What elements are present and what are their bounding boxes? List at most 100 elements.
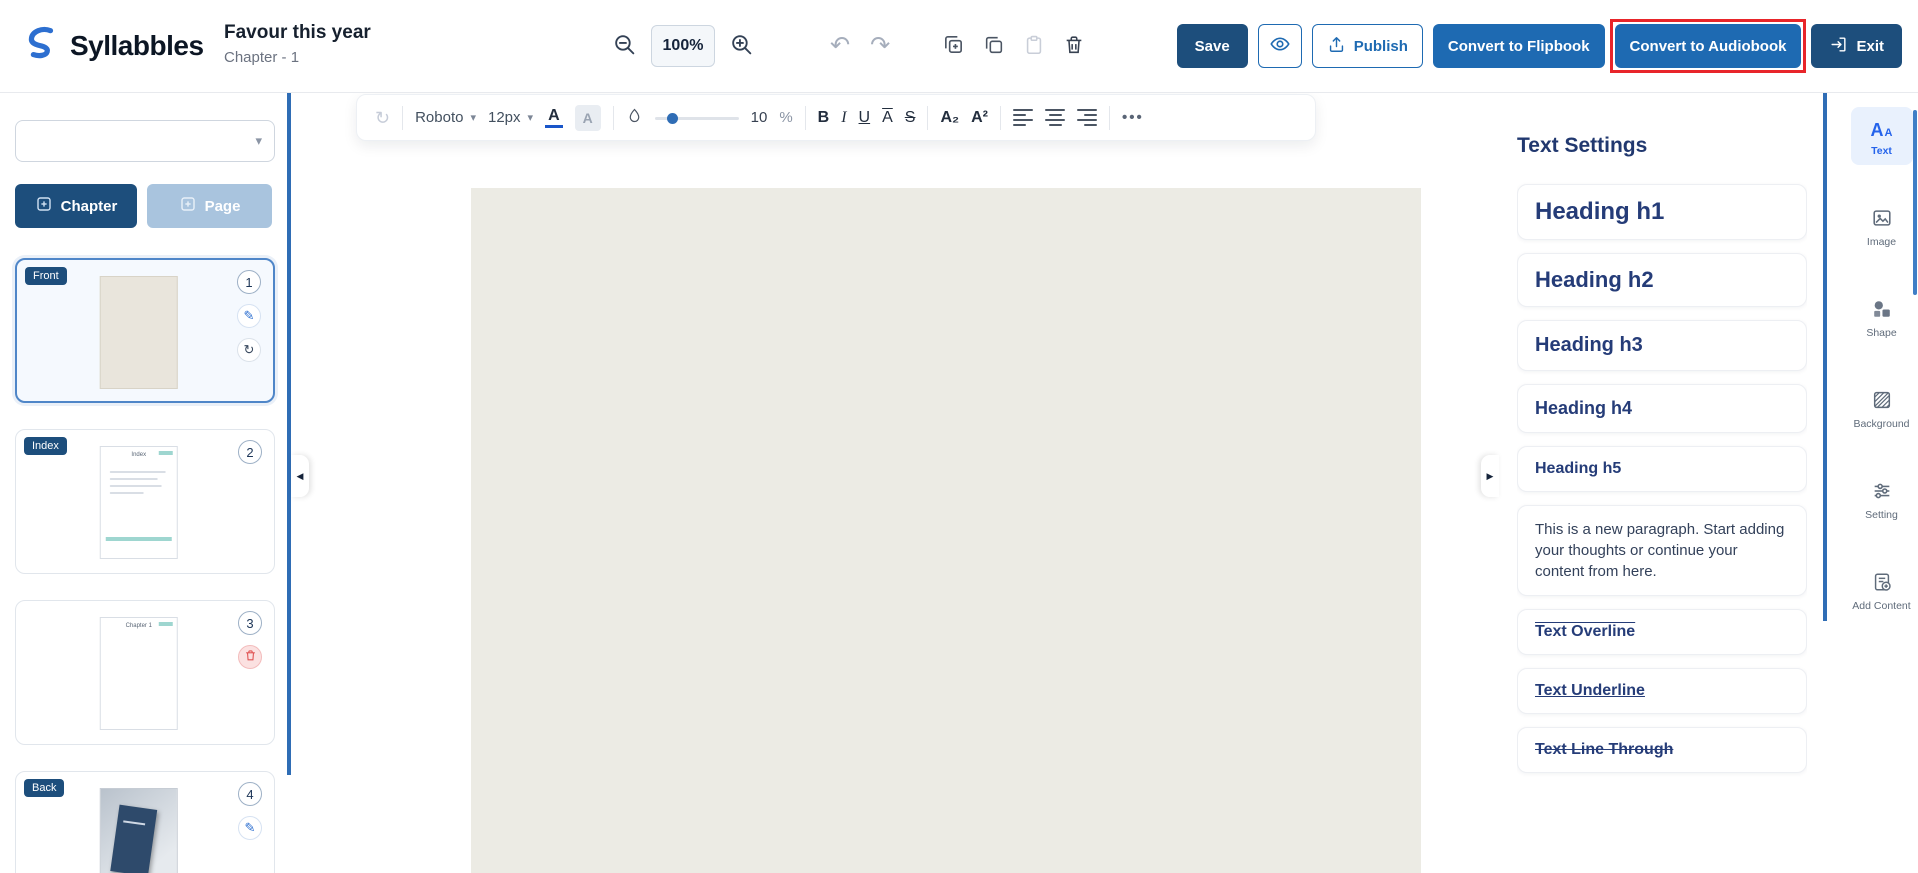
document-title: Favour this year [224, 22, 371, 44]
teal-accent [159, 451, 173, 455]
italic-button[interactable]: I [841, 110, 846, 126]
add-chapter-label: Chapter [61, 198, 118, 215]
droplet-icon [626, 107, 643, 129]
text-style-card-paragraph[interactable]: This is a new paragraph. Start adding yo… [1517, 505, 1807, 596]
panel-title: Text Settings [1517, 134, 1807, 158]
style-label: Heading h4 [1535, 398, 1632, 418]
header-actions: Save Publish Convert to Flipbook Convert… [1177, 24, 1902, 68]
opacity-slider[interactable] [655, 111, 739, 125]
strikethrough-button[interactable]: S [905, 110, 916, 126]
zoom-level[interactable]: 100% [651, 25, 715, 67]
convert-to-audiobook-button[interactable]: Convert to Audiobook [1615, 24, 1802, 68]
editor-page-canvas[interactable] [471, 188, 1421, 873]
style-label: Heading h1 [1535, 198, 1664, 225]
text-style-card-h2[interactable]: Heading h2 [1517, 253, 1807, 307]
publish-button[interactable]: Publish [1312, 24, 1423, 68]
rail-tab-shape[interactable]: Shape [1851, 289, 1913, 347]
rail-tab-image[interactable]: Image [1851, 198, 1913, 256]
page-thumbnail-chapter[interactable]: Chapter 1 3 [15, 600, 275, 745]
bold-button[interactable]: B [818, 110, 830, 126]
sidebar-collapse-handle[interactable]: ◀ [291, 455, 309, 497]
paste-button[interactable] [1023, 34, 1045, 59]
zoom-out-button[interactable] [612, 32, 637, 60]
text-color-button[interactable]: A [545, 107, 563, 129]
brand-logo[interactable]: Syllabbles [22, 24, 204, 67]
style-label: Text Overline [1535, 623, 1635, 640]
opacity-value: 10 [751, 109, 768, 126]
undo-button[interactable]: ↶ [830, 34, 850, 58]
text-style-card-underline[interactable]: Text Underline [1517, 668, 1807, 714]
text-style-card-h3[interactable]: Heading h3 [1517, 320, 1807, 371]
page-thumbnail-front[interactable]: Front 1 ✎ ↻ [15, 258, 275, 403]
exit-button[interactable]: Exit [1811, 24, 1902, 68]
text-style-card-h4[interactable]: Heading h4 [1517, 384, 1807, 433]
plus-square-icon [35, 195, 53, 217]
edit-page-button[interactable]: ✎ [238, 816, 262, 840]
rail-tab-label: Text [1871, 145, 1892, 157]
copy-icon [983, 34, 1005, 59]
chevron-down-icon: ▾ [528, 111, 534, 124]
page-preview: Chapter 1 [100, 617, 178, 730]
save-button[interactable]: Save [1177, 24, 1248, 68]
text-style-card-overline[interactable]: Text Overline [1517, 609, 1807, 655]
redo-button[interactable]: ↷ [870, 34, 890, 58]
toolbar-divider [1000, 106, 1001, 130]
align-right-button[interactable] [1077, 109, 1097, 126]
pencil-icon: ✎ [245, 820, 256, 836]
add-chapter-button[interactable]: Chapter [15, 184, 137, 228]
background-icon [1871, 388, 1893, 412]
zoom-out-icon [612, 32, 637, 60]
rail-tab-label: Image [1867, 236, 1896, 248]
rotate-icon: ↻ [244, 342, 255, 358]
align-left-button[interactable] [1013, 109, 1033, 126]
delete-button[interactable] [1063, 34, 1085, 59]
rotate-page-button[interactable]: ↻ [237, 338, 261, 362]
page-number-badge: 1 [237, 270, 261, 294]
toolbar-divider [805, 106, 806, 130]
add-page-button[interactable]: Page [147, 184, 272, 228]
copy-button[interactable] [983, 34, 1005, 59]
overline-button[interactable]: A [882, 110, 893, 126]
opacity-unit: % [779, 109, 792, 126]
font-family-dropdown[interactable]: Roboto ▾ [415, 109, 476, 126]
page-thumbnail-index[interactable]: Index Index 2 [15, 429, 275, 574]
align-center-button[interactable] [1045, 109, 1065, 126]
underline-button[interactable]: U [859, 110, 871, 126]
duplicate-button[interactable] [942, 33, 965, 59]
font-size-value: 12px [488, 109, 521, 126]
collapse-left-icon: ◀ [297, 471, 304, 482]
font-size-dropdown[interactable]: 12px ▾ [488, 109, 533, 126]
rail-tab-add-content[interactable]: Add Content [1851, 562, 1913, 620]
rail-scrollbar-thumb[interactable] [1913, 110, 1917, 295]
style-label: Text Line Through [1535, 741, 1673, 758]
paste-icon [1023, 34, 1045, 59]
superscript-button[interactable]: A² [971, 110, 988, 126]
opacity-slider-knob[interactable] [667, 113, 678, 124]
convert-to-flipbook-button[interactable]: Convert to Flipbook [1433, 24, 1605, 68]
toolbar-divider [927, 106, 928, 130]
highlight-color-button[interactable]: A [575, 105, 601, 131]
top-bar: Syllabbles Favour this year Chapter - 1 … [0, 0, 1918, 93]
rail-tab-background[interactable]: Background [1851, 380, 1913, 438]
text-format-toolbar: ↻ Roboto ▾ 12px ▾ A A 10 % B I U A S A₂ … [356, 94, 1316, 141]
preview-button[interactable] [1258, 24, 1302, 68]
text-style-card-line-through[interactable]: Text Line Through [1517, 727, 1807, 773]
page-thumbnail-list: Front 1 ✎ ↻ Index Index 2 C [15, 258, 275, 873]
font-family-value: Roboto [415, 109, 463, 126]
sync-button[interactable]: ↻ [375, 109, 390, 127]
edit-page-button[interactable]: ✎ [237, 304, 261, 328]
page-label-badge: Back [24, 779, 64, 797]
rail-tab-text[interactable]: AA Text [1851, 107, 1913, 165]
convert-to-audiobook-wrap: Convert to Audiobook [1615, 24, 1802, 68]
more-options-button[interactable]: ••• [1122, 109, 1144, 126]
chapter-select-dropdown[interactable]: ▾ [15, 120, 275, 162]
page-thumbnail-back[interactable]: Back 4 ✎ [15, 771, 275, 873]
text-style-card-h1[interactable]: Heading h1 [1517, 184, 1807, 240]
panel-collapse-handle[interactable]: ▶ [1481, 455, 1499, 497]
delete-page-button[interactable] [238, 645, 262, 669]
zoom-in-button[interactable] [729, 32, 754, 60]
subscript-button[interactable]: A₂ [940, 110, 959, 126]
zoom-in-icon [729, 32, 754, 60]
text-style-card-h5[interactable]: Heading h5 [1517, 446, 1807, 492]
rail-tab-setting[interactable]: Setting [1851, 471, 1913, 529]
